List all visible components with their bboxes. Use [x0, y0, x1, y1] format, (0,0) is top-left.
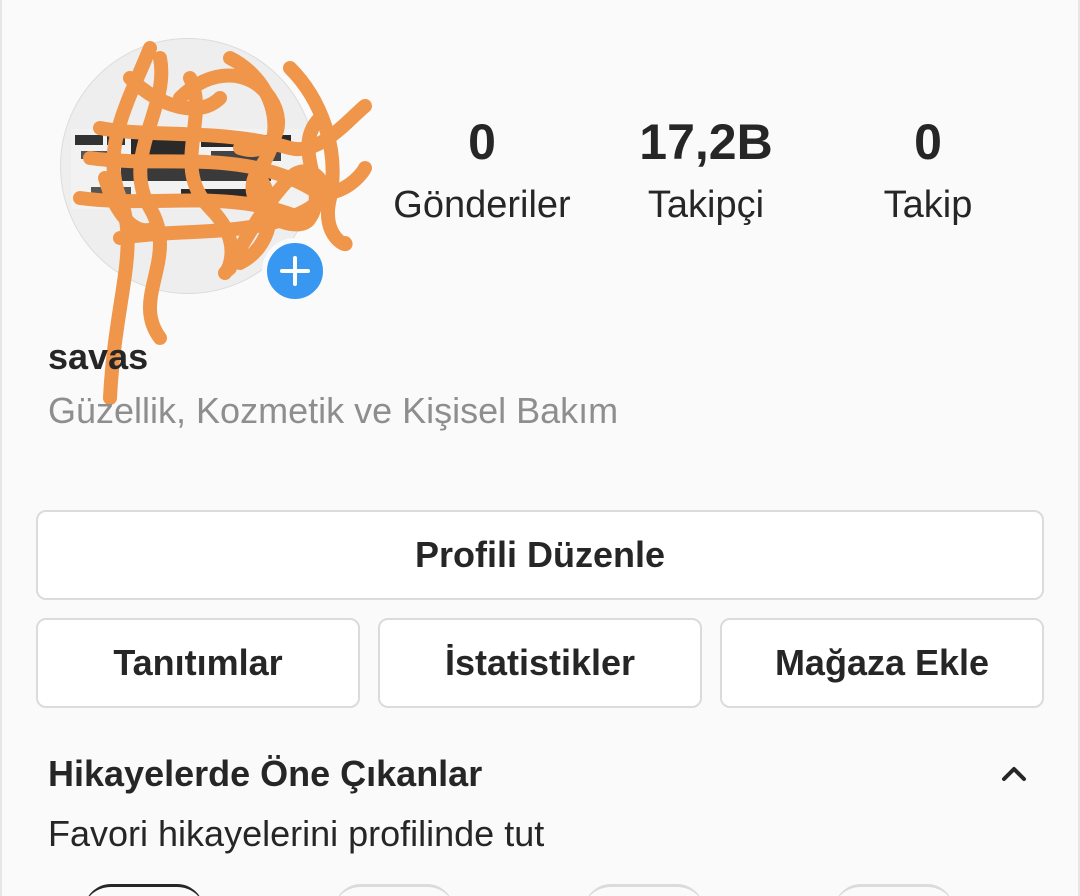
posts-label: Gönderiler [393, 184, 571, 226]
stat-followers[interactable]: 17,2B Takipçi [606, 112, 806, 238]
followers-label: Takipçi [647, 184, 765, 226]
stat-following[interactable]: 0 Takip [828, 112, 1028, 238]
highlights-toggle-button[interactable] [994, 754, 1034, 794]
highlights-subtitle: Favori hikayelerini profilinde tut [48, 813, 545, 854]
following-count: 0 [914, 114, 942, 170]
profile-category: Güzellik, Kozmetik ve Kişisel Bakım [48, 390, 619, 431]
edit-profile-button[interactable]: Profili Düzenle [36, 510, 1044, 600]
profile-username: savas [48, 336, 149, 377]
highlight-circle-placeholder [584, 884, 704, 896]
profile-screen: 0 Gönderiler 17,2B Takipçi 0 Takip savas… [0, 0, 1080, 896]
promotions-button[interactable]: Tanıtımlar [36, 618, 360, 708]
highlight-circle-new[interactable] [84, 884, 204, 896]
chevron-up-icon [1002, 767, 1026, 781]
insights-button[interactable]: İstatistikler [378, 618, 702, 708]
following-label: Takip [883, 184, 973, 226]
left-edge [0, 0, 2, 896]
plus-icon [280, 256, 310, 286]
add-story-button[interactable] [262, 238, 328, 304]
posts-count: 0 [468, 114, 496, 170]
stat-posts[interactable]: 0 Gönderiler [382, 112, 582, 238]
followers-count: 17,2B [639, 114, 773, 170]
highlight-circle-placeholder [334, 884, 454, 896]
highlights-title: Hikayelerde Öne Çıkanlar [48, 753, 483, 794]
highlight-circle-placeholder [834, 884, 954, 896]
add-shop-button[interactable]: Mağaza Ekle [720, 618, 1044, 708]
